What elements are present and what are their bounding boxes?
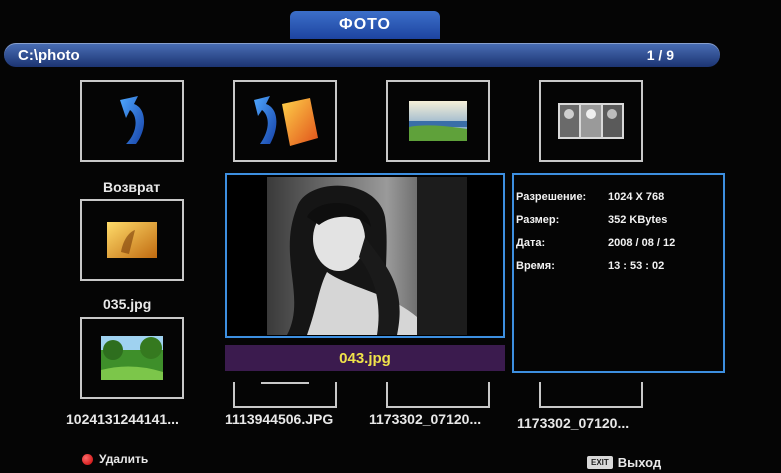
filename-1113: 1113944506.JPG bbox=[225, 411, 334, 427]
info-row-time: Время: 13 : 53 : 02 bbox=[516, 254, 723, 277]
info-value: 2008 / 08 / 12 bbox=[608, 236, 676, 249]
photo-tile-1173-a[interactable] bbox=[386, 382, 490, 408]
info-value: 13 : 53 : 02 bbox=[608, 259, 665, 272]
info-panel: Разрешение: 1024 X 768 Размер: 352 KByte… bbox=[512, 173, 725, 373]
tile-edge-line bbox=[261, 382, 309, 384]
golden-thumbnail-icon bbox=[107, 222, 157, 258]
current-path: C:\photo bbox=[18, 47, 80, 64]
folder-up-icon bbox=[254, 96, 318, 146]
photo-tile-035[interactable] bbox=[80, 199, 184, 281]
portraits-thumbnail-icon bbox=[558, 103, 624, 139]
back-arrow-icon bbox=[120, 96, 145, 144]
info-value: 352 KBytes bbox=[608, 213, 668, 226]
folder-up-tile[interactable] bbox=[233, 80, 337, 162]
landscape-thumbnail-icon bbox=[409, 101, 467, 141]
delete-label: Удалить bbox=[99, 452, 149, 466]
photo-tile-1113[interactable] bbox=[233, 382, 337, 408]
info-row-date: Дата: 2008 / 08 / 12 bbox=[516, 231, 723, 254]
back-tile[interactable] bbox=[80, 80, 184, 162]
portrait-photo-icon bbox=[267, 177, 467, 335]
exit-hint[interactable]: EXIT Выход bbox=[587, 455, 661, 470]
photo-tile-landscape[interactable] bbox=[386, 80, 490, 162]
preview-image bbox=[267, 177, 467, 335]
photo-tile-1024[interactable] bbox=[80, 317, 184, 399]
filename-035: 035.jpg bbox=[103, 296, 152, 312]
exit-key-icon: EXIT bbox=[587, 456, 613, 469]
info-row-size: Размер: 352 KBytes bbox=[516, 208, 723, 231]
info-key: Время: bbox=[516, 259, 555, 272]
page-indicator: 1 / 9 bbox=[646, 47, 674, 63]
filename-1173-b: 1173302_07120... bbox=[517, 415, 630, 431]
preview-filename-bar: 043.jpg bbox=[225, 345, 505, 371]
screen-title-text: ФОТО bbox=[339, 16, 391, 33]
delete-hint[interactable]: Удалить bbox=[82, 452, 148, 466]
garden-thumbnail-icon bbox=[101, 336, 163, 380]
preview-filename: 043.jpg bbox=[339, 349, 391, 367]
photo-tile-portraits[interactable] bbox=[539, 80, 643, 162]
back-label: Возврат bbox=[103, 179, 161, 195]
info-key: Дата: bbox=[516, 236, 546, 249]
info-value: 1024 X 768 bbox=[608, 190, 665, 203]
photo-preview[interactable] bbox=[225, 173, 505, 338]
filename-1024: 1024131244141... bbox=[66, 411, 179, 427]
path-bar: C:\photo 1 / 9 bbox=[4, 43, 720, 67]
filename-1173-a: 1173302_07120... bbox=[369, 411, 482, 427]
photo-tile-1173-b[interactable] bbox=[539, 382, 643, 408]
info-row-resolution: Разрешение: 1024 X 768 bbox=[516, 185, 723, 208]
red-button-icon bbox=[82, 453, 93, 465]
info-key: Разрешение: bbox=[516, 190, 587, 203]
info-key: Размер: bbox=[516, 213, 560, 226]
screen-title: ФОТО bbox=[290, 11, 440, 39]
exit-label: Выход bbox=[617, 455, 662, 470]
